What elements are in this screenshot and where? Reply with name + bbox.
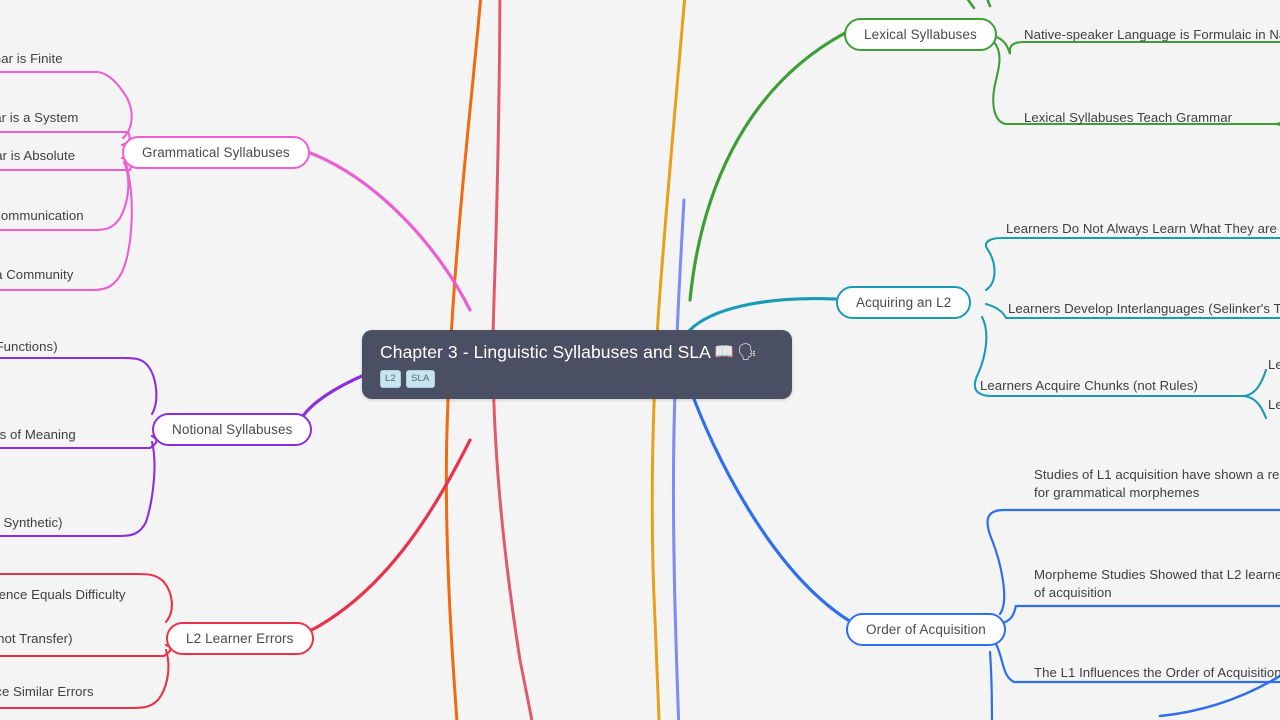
leaf-text: Learners Develop Interlanguages (Selinke… bbox=[1008, 301, 1280, 316]
leaf-text: Learners Acquire Chunks (not Rules) bbox=[980, 378, 1198, 393]
central-topic-text: Chapter 3 - Linguistic Syllabuses and SL… bbox=[380, 342, 711, 362]
leaf-text: Grammar is for Communication bbox=[0, 208, 84, 223]
leaf-text: Studies of L1 acquisition have shown a r… bbox=[1034, 467, 1280, 501]
leaf-label[interactable]: Notions Cover Three Types of Meaning bbox=[0, 426, 76, 444]
leaf-label[interactable]: Le bbox=[1268, 396, 1280, 414]
leaf-text: Learners of Different L1s Produce Simila… bbox=[0, 684, 94, 699]
leaf-text: The L1 Influences the Order of Acquisiti… bbox=[1034, 665, 1280, 680]
leaf-text: It is Not True that Difference Equals Di… bbox=[0, 587, 126, 602]
leaf-text: Grammar is Absolute bbox=[0, 148, 76, 163]
leaf-label[interactable]: Learner Errors are Developmental (not Tr… bbox=[0, 630, 73, 648]
central-topic-tags: L2 SLA bbox=[380, 370, 776, 388]
leaf-label[interactable]: Morpheme Studies Showed that L2 learners… bbox=[1034, 566, 1280, 602]
open-book-icon: 📖 bbox=[713, 343, 734, 361]
leaf-label[interactable]: Studies of L1 acquisition have shown a r… bbox=[1034, 466, 1280, 502]
tag-l2[interactable]: L2 bbox=[380, 370, 401, 388]
leaf-label[interactable]: Notional Syllabuses are Analytic (rather… bbox=[0, 514, 63, 532]
branch-label: Lexical Syllabuses bbox=[864, 27, 977, 42]
leaf-label[interactable]: Learners Do Not Always Learn What They a… bbox=[1006, 220, 1280, 238]
leaf-label[interactable]: The L1 Influences the Order of Acquisiti… bbox=[1034, 664, 1280, 682]
leaf-label[interactable]: Grammar Unites a Community bbox=[0, 266, 73, 284]
branch-label: Acquiring an L2 bbox=[856, 295, 952, 310]
leaf-text: Lexical Syllabuses Teach Grammar bbox=[1024, 110, 1233, 125]
tag-sla[interactable]: SLA bbox=[405, 370, 435, 388]
leaf-text: Learners Do Not Always Learn What They a… bbox=[1006, 221, 1277, 236]
leaf-text: Notions Cover Three Types of Meaning bbox=[0, 427, 76, 442]
leaf-label[interactable]: Grammar is a System bbox=[0, 109, 78, 127]
branch-node-acquiring-an-l2[interactable]: Acquiring an L2 bbox=[836, 286, 972, 319]
leaf-label[interactable]: Grammar is Absolute bbox=[0, 147, 75, 165]
leaf-text: Grammar Unites a Community bbox=[0, 267, 74, 282]
mindmap-canvas: Chapter 3 - Linguistic Syllabuses and SL… bbox=[0, 0, 1280, 720]
branch-label: L2 Learner Errors bbox=[186, 631, 294, 646]
leaf-label[interactable]: Native-speaker Language is Formulaic in … bbox=[1024, 26, 1280, 44]
leaf-label[interactable]: It is Not True that Difference Equals Di… bbox=[0, 586, 126, 604]
leaf-label[interactable]: Le bbox=[1268, 356, 1280, 374]
speaking-head-icon: 🗣 bbox=[736, 343, 758, 361]
leaf-label[interactable]: Notional Syllabuses (Notions and Functio… bbox=[0, 338, 58, 356]
leaf-label[interactable]: Learners of Different L1s Produce Simila… bbox=[0, 683, 94, 701]
branch-label: Grammatical Syllabuses bbox=[142, 145, 290, 160]
leaf-text: Notional Syllabuses (Notions and Functio… bbox=[0, 339, 58, 354]
leaf-text: Grammar is Finite bbox=[0, 51, 63, 66]
branch-node-lexical-syllabuses[interactable]: Lexical Syllabuses bbox=[844, 18, 997, 51]
central-topic-node[interactable]: Chapter 3 - Linguistic Syllabuses and SL… bbox=[362, 330, 792, 399]
branch-node-l2-learner-errors[interactable]: L2 Learner Errors bbox=[166, 622, 314, 655]
leaf-label[interactable]: Learners Acquire Chunks (not Rules) bbox=[980, 377, 1198, 395]
central-topic-title: Chapter 3 - Linguistic Syllabuses and SL… bbox=[380, 342, 776, 363]
leaf-text: Notional Syllabuses are Analytic (rather… bbox=[3, 515, 63, 530]
leaf-label[interactable]: Grammar is Finite bbox=[0, 50, 63, 68]
branch-node-notional-syllabuses[interactable]: Notional Syllabuses bbox=[152, 413, 313, 446]
leaf-text: Native-speaker Language is Formulaic in … bbox=[1024, 27, 1280, 42]
branch-node-order-of-acquisition[interactable]: Order of Acquisition bbox=[846, 613, 1006, 646]
branch-label: Notional Syllabuses bbox=[172, 422, 293, 437]
leaf-label[interactable]: Learners Develop Interlanguages (Selinke… bbox=[1008, 300, 1280, 318]
leaf-label[interactable]: Grammar is for Communication bbox=[0, 207, 84, 225]
leaf-text: Morpheme Studies Showed that L2 learners… bbox=[1034, 567, 1280, 601]
leaf-label[interactable]: Lexical Syllabuses Teach Grammar bbox=[1024, 109, 1232, 127]
leaf-text: Grammar is a System bbox=[0, 110, 79, 125]
leaf-text: Learner Errors are Developmental (not Tr… bbox=[0, 631, 73, 646]
branch-label: Order of Acquisition bbox=[866, 622, 986, 637]
branch-node-grammatical-syllabuses[interactable]: Grammatical Syllabuses bbox=[122, 136, 310, 169]
